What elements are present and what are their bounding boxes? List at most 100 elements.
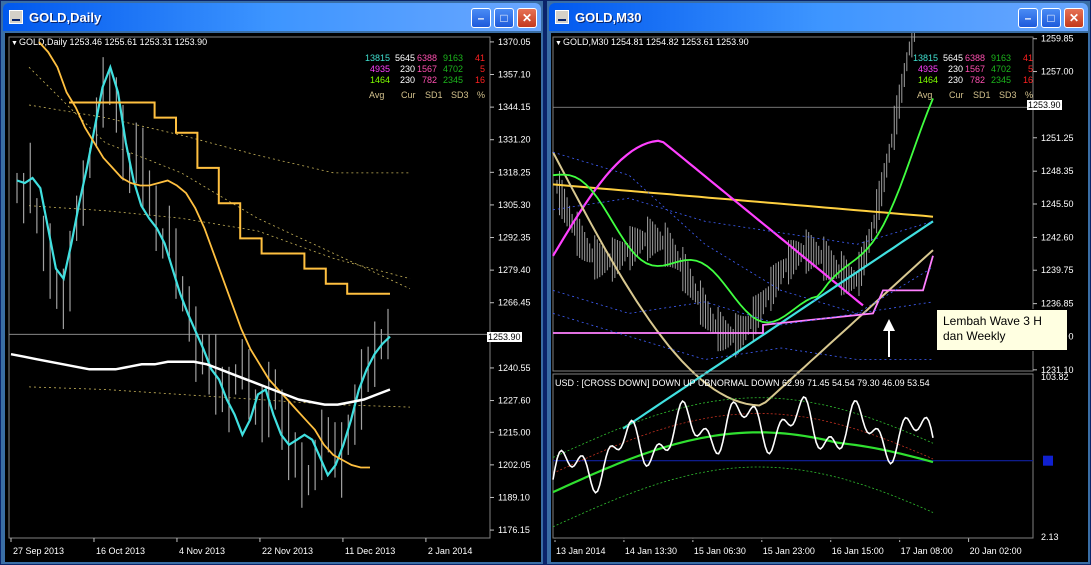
annotation-box[interactable]: Lembah Wave 3 H dan Weekly [936,309,1068,351]
stats-cur: 230 [948,75,963,85]
stats-header-cur: Cur [949,90,964,100]
magenta-ma-line [552,139,864,307]
stats-header-pct: % [477,90,485,100]
y-tick-label: 1236.85 [1041,299,1074,309]
daily-chart: ▼ GOLD,Daily 1253.46 1255.61 1253.31 1253… [8,36,531,556]
y-tick-label: 1251.25 [1041,133,1074,143]
stats-sd3: 9163 [443,53,463,63]
stats-sd1: 782 [970,75,985,85]
stats-sd1: 6388 [417,53,437,63]
annotation-line-1: Lembah Wave 3 H [943,314,1042,328]
window-title: GOLD,M30 [575,10,642,25]
chart-header: GOLD,M30 1254.81 1254.82 1253.61 1253.90 [563,37,749,47]
blue-dotted-band [552,151,934,314]
m30-chart-area[interactable]: ▼ GOLD,M30 1254.81 1254.82 1253.61 1253.9… [551,33,1088,562]
x-tick-label: 15 Jan 06:30 [694,546,746,556]
maximize-button[interactable]: □ [1041,8,1061,28]
y-tick-label: 1248.35 [1041,166,1074,176]
y-tick-label: 1318.25 [498,167,531,177]
x-tick-label: 27 Sep 2013 [13,546,64,556]
title-bar[interactable]: GOLD,Daily – □ ✕ [3,3,541,31]
y-tick-label: 1239.75 [1041,265,1074,275]
stats-sd3: 4702 [443,64,463,74]
stats-header-sd3: SD3 [999,90,1017,100]
close-button[interactable]: ✕ [517,8,537,28]
stats-sd3: 4702 [991,64,1011,74]
maximize-button[interactable]: □ [494,8,514,28]
y-tick-label: 1259.85 [1041,34,1074,44]
indicator-lower-band [552,466,934,528]
dropdown-arrow-icon: ▼ [555,40,562,47]
x-tick-label: 14 Jan 13:30 [625,546,677,556]
pivot-dotted-line [28,386,411,408]
cyan-ma-line [16,63,391,478]
stats-cur: 5645 [943,53,963,63]
current-price-label: 1253.90 [487,332,522,342]
stats-header-avg: Avg [917,90,932,100]
indicator-red-band [552,413,934,474]
y-tick-label: 1202.05 [498,460,531,470]
stats-sd1: 1567 [965,64,985,74]
stats-pct: 16 [1023,75,1033,85]
y-tick-label: 1266.45 [498,298,531,308]
y-tick-label: 1245.50 [1041,199,1074,209]
y-tick-label: 1215.00 [498,427,531,437]
stats-sd1: 6388 [965,53,985,63]
m30-chart: ▼ GOLD,M30 1254.81 1254.82 1253.61 1253.9… [552,33,1074,556]
y-tick-label: 1331.20 [498,135,531,145]
stats-header-sd3: SD3 [451,90,469,100]
pivot-dotted-line [28,104,410,174]
x-tick-label: 15 Jan 23:00 [763,546,815,556]
green-ma-line [552,98,934,324]
annotation-line-2: dan Weekly [943,329,1006,343]
stats-sd3: 9163 [991,53,1011,63]
dropdown-arrow-icon: ▼ [11,40,18,47]
title-bar[interactable]: GOLD,M30 – □ ✕ [549,3,1088,31]
stats-sd3: 2345 [443,75,463,85]
x-tick-label: 2 Jan 2014 [428,546,473,556]
stats-pct: 41 [1023,53,1033,63]
stats-avg: 1464 [918,75,938,85]
y-tick-label: 1292.35 [498,233,531,243]
y-tick-label: 1279.40 [498,265,531,275]
gold-m30-window[interactable]: GOLD,M30 – □ ✕ ▼ GOLD,M30 1254.81 1254.82… [546,0,1091,565]
indicator-signal-line [552,431,934,494]
chart-window-icon [9,10,23,24]
gold-step-line [69,101,390,295]
minimize-button[interactable]: – [1018,8,1038,28]
stats-avg: 4935 [370,64,390,74]
daily-chart-area[interactable]: ▼ GOLD,Daily 1253.46 1255.61 1253.31 1253… [5,33,541,562]
minimize-button[interactable]: – [471,8,491,28]
window-title: GOLD,Daily [29,10,102,25]
indicator-header: USD : [CROSS DOWN] DOWN UP UBNORMAL DOWN… [555,378,930,388]
indicator-frame [552,373,1034,539]
stats-sd1: 782 [422,75,437,85]
y-tick-label: 1176.15 [498,525,530,535]
stats-cur: 230 [948,64,963,74]
stats-pct: 5 [480,64,485,74]
stats-avg: 13815 [913,53,938,63]
current-price-label: 1253.90 [1027,100,1062,110]
x-tick-label: 20 Jan 02:00 [970,546,1022,556]
y-tick-label: 1370.05 [498,37,531,47]
indicator-main-line [552,395,934,494]
stats-avg: 1464 [370,75,390,85]
x-tick-label: 22 Nov 2013 [262,546,313,556]
stats-pct: 41 [475,53,485,63]
stats-header-sd1: SD1 [973,90,991,100]
stats-avg: 13815 [365,53,390,63]
chart-header: GOLD,Daily 1253.46 1255.61 1253.31 1253.… [19,37,207,47]
stats-sd3: 2345 [991,75,1011,85]
x-tick-label: 11 Dec 2013 [345,546,395,556]
x-tick-label: 4 Nov 2013 [179,546,225,556]
stats-sd1: 1567 [417,64,437,74]
stats-header-avg: Avg [369,90,384,100]
x-tick-label: 16 Jan 15:00 [832,546,884,556]
y-tick-label: 1305.30 [498,200,531,210]
plot-frame [8,36,491,539]
gold-daily-window[interactable]: GOLD,Daily – □ ✕ ▼ GOLD,Daily 1253.46 125… [0,0,544,565]
stats-cur: 230 [400,64,415,74]
y-tick-label: 1240.55 [498,363,531,373]
white-ma-line [10,352,391,406]
close-button[interactable]: ✕ [1064,8,1084,28]
